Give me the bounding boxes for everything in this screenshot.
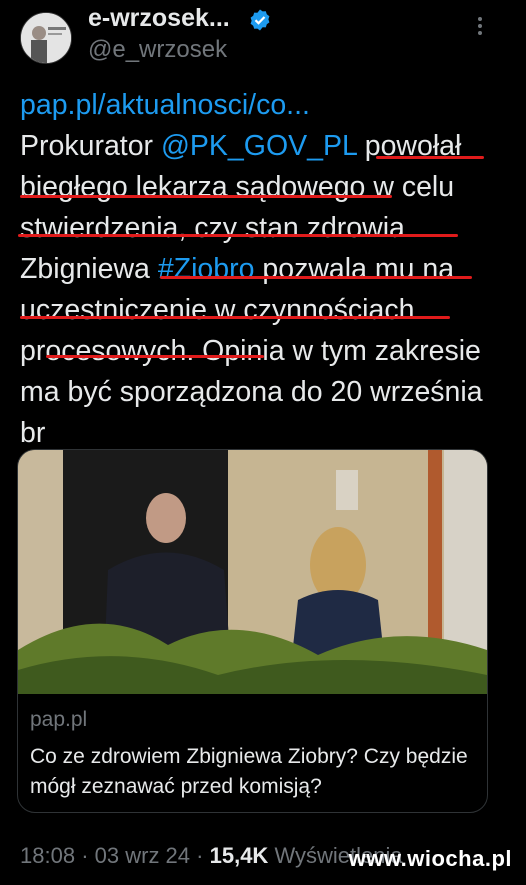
author-name[interactable]: e-wrzosek... (88, 4, 230, 33)
separator-dot: · (196, 843, 210, 868)
mention-link[interactable]: @PK_GOV_PL (161, 130, 357, 162)
red-underline (376, 156, 484, 159)
red-underline (46, 355, 264, 358)
tweet-date[interactable]: 03 wrz 24 (95, 843, 190, 868)
tweet-text-part-1: Prokurator (20, 130, 161, 162)
red-underline (20, 316, 450, 319)
card-domain: pap.pl (30, 708, 88, 731)
separator-dot: · (81, 843, 95, 868)
tweet-header: e-wrzosek... @e_wrzosek (0, 0, 526, 80)
red-underline (160, 276, 472, 279)
hashtag-link[interactable]: #Ziobro (158, 253, 255, 285)
link-card[interactable]: pap.pl Co ze zdrowiem Zbigniewa Ziobry? … (17, 449, 488, 813)
views-count: 15,4K (209, 843, 269, 868)
tweet-text: pap.pl/aktualnosci/co... Prokurator @PK_… (20, 85, 510, 454)
more-options-icon[interactable] (470, 14, 490, 35)
tweet-link[interactable]: pap.pl/aktualnosci/co... (20, 89, 310, 121)
verified-badge-icon (250, 9, 270, 31)
tweet-meta: 18:08 · 03 wrz 24 · 15,4K Wyświetlenia (20, 843, 403, 869)
card-title[interactable]: Co ze zdrowiem Zbigniewa Ziobry? Czy będ… (30, 742, 480, 802)
avatar[interactable] (20, 12, 72, 64)
card-image[interactable] (18, 450, 487, 694)
red-underline (20, 195, 392, 198)
red-underline (18, 234, 458, 237)
tweet-time[interactable]: 18:08 (20, 843, 75, 868)
watermark: www.wiocha.pl (348, 846, 512, 871)
author-handle[interactable]: @e_wrzosek (88, 36, 227, 64)
avatar-image (21, 13, 71, 63)
